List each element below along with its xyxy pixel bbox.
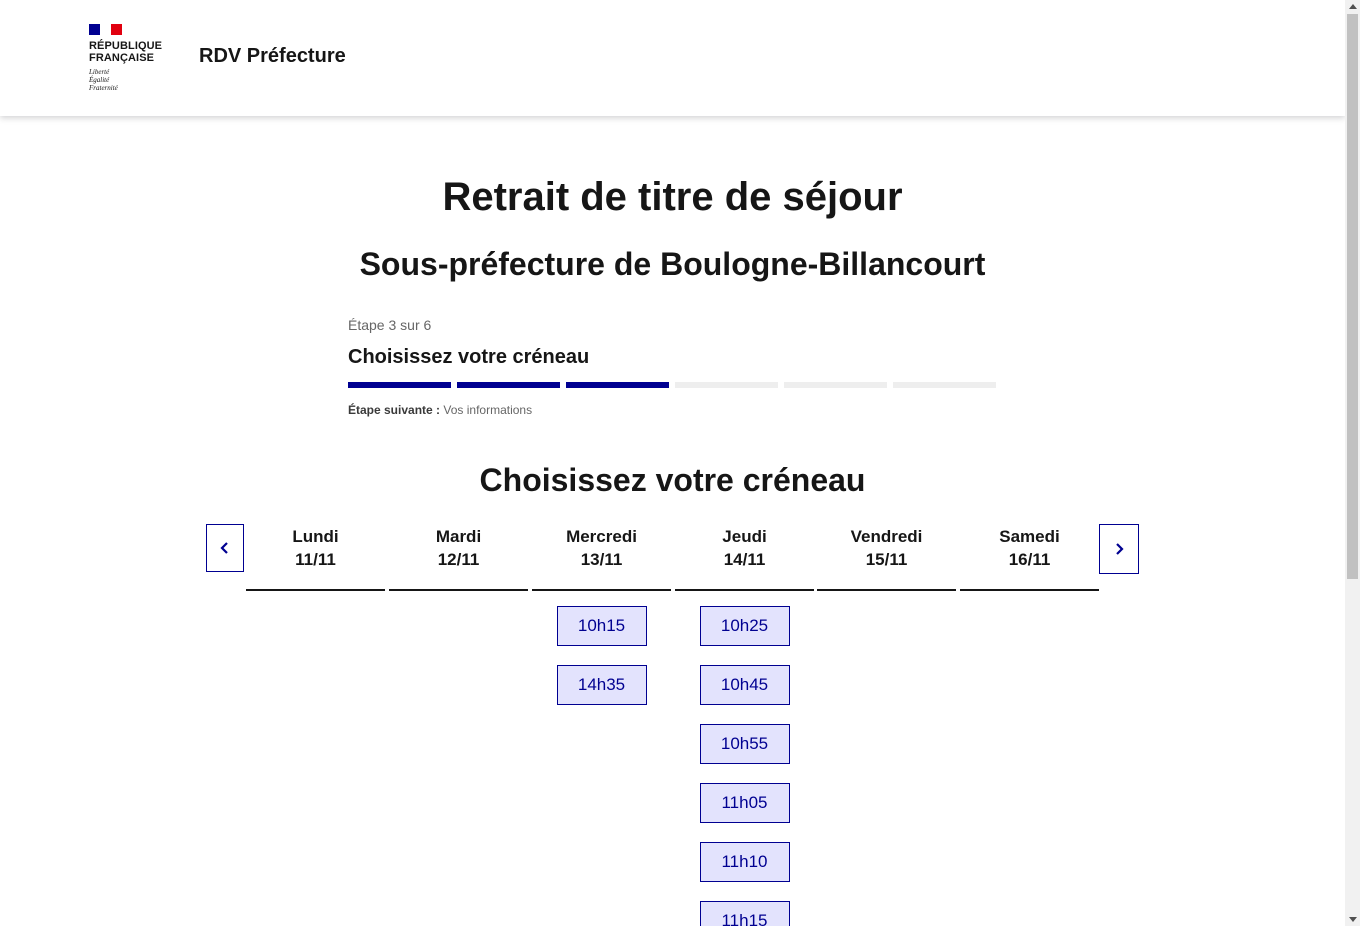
chevron-left-icon: [220, 542, 228, 554]
stepper-segment: [893, 382, 996, 388]
day-column: Vendredi 15/11: [817, 524, 956, 591]
devise-line: Liberté: [89, 68, 110, 76]
stepper-next-step: Étape suivante : Vos informations: [348, 402, 998, 418]
site-header: RÉPUBLIQUE FRANÇAISE Liberté Égalité Fra…: [0, 0, 1345, 116]
time-slot-button[interactable]: 11h05: [699, 783, 790, 823]
day-name: Lundi: [292, 527, 339, 546]
day-header: Mardi 12/11: [389, 524, 528, 591]
devise-line: Égalité: [89, 76, 110, 84]
time-slot-button[interactable]: 10h45: [699, 665, 790, 705]
stepper-segment: [784, 382, 887, 388]
time-slot-button[interactable]: 11h10: [699, 842, 790, 882]
service-name-link[interactable]: RDV Préfecture: [199, 45, 346, 68]
day-date: 13/11: [580, 550, 623, 569]
stepper-next-value: Vos informations: [443, 403, 533, 417]
slot-list: 10h25 10h45 10h55 11h05 11h10 11h15: [675, 591, 814, 926]
previous-week-button[interactable]: [206, 524, 244, 572]
stepper-progress-bar: [348, 382, 998, 388]
scroll-down-arrow-icon[interactable]: [1349, 917, 1357, 922]
next-week-button[interactable]: [1099, 524, 1139, 574]
stepper-segment: [566, 382, 669, 388]
day-date: 14/11: [723, 550, 766, 569]
day-column: Jeudi 14/11 10h25 10h45 10h55 11h05 11h10 11h15: [675, 524, 814, 926]
day-date: 12/11: [437, 550, 480, 569]
stepper: Étape 3 sur 6 Choisissez votre créneau É…: [348, 314, 998, 418]
time-slot-button[interactable]: 10h25: [699, 606, 790, 646]
brand-text: RÉPUBLIQUE FRANÇAISE: [89, 40, 179, 64]
day-name: Mercredi: [566, 527, 637, 546]
slot-list: 10h15 14h35: [532, 591, 671, 709]
day-name: Vendredi: [850, 527, 923, 546]
devise-line: Fraternité: [89, 84, 118, 92]
page: RÉPUBLIQUE FRANÇAISE Liberté Égalité Fra…: [0, 0, 1345, 926]
page-subtitle: Sous-préfecture de Boulogne-Billancourt: [359, 246, 986, 282]
day-column: Mercredi 13/11 10h15 14h35: [532, 524, 671, 709]
french-flag-icon: [89, 24, 122, 35]
day-date: 15/11: [865, 550, 908, 569]
page-title: Retrait de titre de séjour: [442, 175, 903, 219]
chevron-right-icon: [1116, 543, 1124, 555]
day-header: Samedi 16/11: [960, 524, 1099, 591]
brand-line: RÉPUBLIQUE: [89, 40, 163, 52]
stepper-state: Étape 3 sur 6: [348, 317, 432, 333]
scrollbar-thumb[interactable]: [1347, 14, 1358, 579]
vertical-scrollbar[interactable]: [1345, 0, 1360, 926]
scroll-up-arrow-icon[interactable]: [1349, 4, 1357, 9]
republique-francaise-logo[interactable]: RÉPUBLIQUE FRANÇAISE Liberté Égalité Fra…: [89, 24, 179, 96]
day-name: Jeudi: [722, 527, 767, 546]
time-slot-button[interactable]: 10h15: [556, 606, 647, 646]
day-name: Samedi: [999, 527, 1060, 546]
time-slot-button[interactable]: 10h55: [699, 724, 790, 764]
brand-line: FRANÇAISE: [89, 52, 155, 64]
devise: Liberté Égalité Fraternité: [89, 68, 179, 92]
day-date: 16/11: [1008, 550, 1051, 569]
calendar-title: Choisissez votre créneau: [479, 462, 866, 498]
day-header: Jeudi 14/11: [675, 524, 814, 591]
stepper-segment: [675, 382, 778, 388]
stepper-segment: [348, 382, 451, 388]
day-column: Lundi 11/11: [246, 524, 385, 591]
stepper-next-label: Étape suivante :: [348, 403, 441, 417]
stepper-segment: [457, 382, 560, 388]
day-header: Mercredi 13/11: [532, 524, 671, 591]
calendar-days: Lundi 11/11 Mardi 12/11 Mercredi 13/11 10h15 14…: [246, 524, 1099, 926]
day-header: Vendredi 15/11: [817, 524, 956, 591]
time-slot-button[interactable]: 11h15: [699, 901, 790, 926]
day-header: Lundi 11/11: [246, 524, 385, 591]
stepper-current-title: Choisissez votre créneau: [348, 346, 590, 368]
day-column: Samedi 16/11: [960, 524, 1099, 591]
time-slot-button[interactable]: 14h35: [556, 665, 647, 705]
day-column: Mardi 12/11: [389, 524, 528, 591]
day-name: Mardi: [435, 527, 482, 546]
day-date: 11/11: [295, 550, 336, 569]
